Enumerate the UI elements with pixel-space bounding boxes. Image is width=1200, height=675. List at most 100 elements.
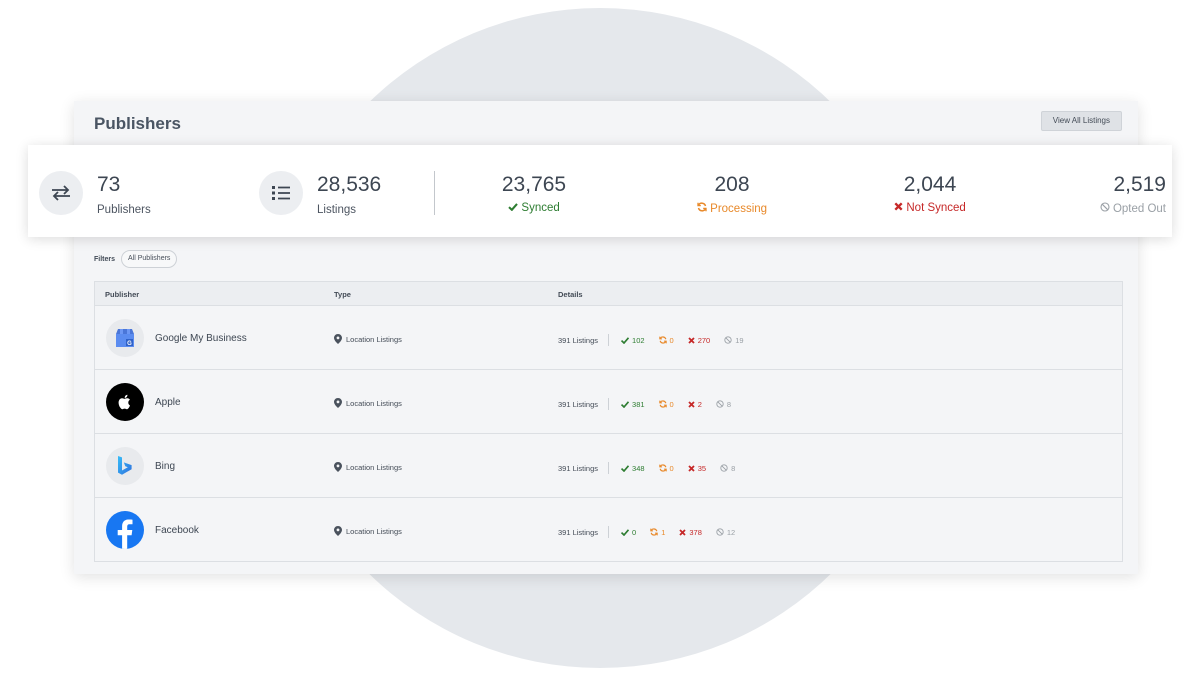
svg-text:G: G	[127, 341, 132, 347]
x-icon	[894, 202, 903, 211]
apple-logo-icon	[106, 383, 144, 421]
publishers-table: Publisher Type Details G Google My Busin…	[94, 281, 1123, 562]
synced-count: 348	[632, 463, 645, 473]
ban-icon	[716, 400, 724, 408]
opted-out-total: 2,519	[1113, 173, 1166, 196]
listings-count: 391 Listings	[558, 335, 599, 345]
not-synced-count: 35	[697, 463, 707, 473]
filters-bar: Filters All Publishers	[94, 250, 178, 268]
filter-chip-all-publishers[interactable]: All Publishers	[121, 250, 178, 268]
publisher-type: Location Listings	[334, 526, 402, 536]
synced-total: 23,765	[501, 173, 567, 196]
refresh-icon	[650, 528, 658, 536]
map-pin-icon	[334, 398, 342, 408]
refresh-icon	[697, 202, 707, 212]
table-row[interactable]: Bing Location Listings 391 Listings 348 …	[95, 434, 1122, 498]
table-row[interactable]: Apple Location Listings 391 Listings 381…	[95, 370, 1122, 434]
ban-icon	[724, 336, 732, 344]
table-header: Publisher Type Details	[95, 282, 1122, 306]
x-icon	[688, 464, 695, 472]
opted-out-count: 12	[726, 527, 736, 537]
details-divider	[608, 398, 610, 410]
table-row[interactable]: Facebook Location Listings 391 Listings …	[95, 498, 1122, 562]
publisher-type-label: Location Listings	[346, 526, 402, 536]
check-icon	[508, 203, 518, 212]
stats-divider	[434, 171, 435, 215]
not-synced-count: 2	[697, 399, 702, 409]
table-row[interactable]: G Google My Business Location Listings 3…	[95, 306, 1122, 370]
refresh-icon	[658, 400, 667, 408]
bing-logo-icon	[106, 447, 144, 485]
column-header-type[interactable]: Type	[334, 290, 351, 299]
x-icon	[679, 528, 687, 536]
details-divider	[608, 462, 610, 474]
synced-label: Synced	[521, 202, 560, 214]
details-divider	[608, 334, 610, 346]
publishers-count: 73	[97, 173, 121, 196]
ban-icon	[720, 464, 728, 472]
x-icon	[688, 400, 695, 408]
opted-out-label: Opted Out	[1112, 203, 1166, 215]
column-header-details[interactable]: Details	[558, 290, 583, 299]
opted-out-count: 19	[735, 335, 744, 345]
publisher-name: Google My Business	[155, 333, 247, 344]
publisher-type-label: Location Listings	[346, 334, 402, 344]
google-my-business-logo-icon: G	[106, 319, 144, 357]
not-synced-count: 378	[689, 527, 702, 537]
publisher-type-label: Location Listings	[346, 398, 402, 408]
publisher-type: Location Listings	[334, 398, 402, 408]
map-pin-icon	[334, 526, 342, 536]
refresh-icon	[658, 464, 667, 472]
publisher-name: Apple	[155, 397, 181, 408]
processing-stat: 208 Processing	[652, 173, 812, 215]
publisher-type-label: Location Listings	[346, 462, 402, 472]
opted-out-count: 8	[726, 399, 732, 409]
list-icon	[259, 171, 303, 215]
publisher-details: 391 Listings 348 0 35 8	[558, 462, 749, 474]
not-synced-stat: 2,044 Not Synced	[850, 173, 1010, 214]
map-pin-icon	[334, 334, 342, 344]
check-icon	[621, 464, 630, 472]
stats-summary-bar: 73 Publishers 28,536 Listings 23,765 Syn…	[28, 145, 1172, 237]
synced-count: 381	[632, 399, 645, 409]
not-synced-label: Not Synced	[906, 202, 966, 214]
synced-count: 102	[632, 335, 645, 345]
processing-count: 0	[669, 463, 674, 473]
column-header-publisher[interactable]: Publisher	[105, 290, 139, 299]
ban-icon	[716, 528, 724, 536]
facebook-logo-icon	[106, 511, 144, 549]
details-divider	[608, 526, 610, 538]
listings-count: 391 Listings	[558, 527, 599, 537]
view-all-listings-button[interactable]: View All Listings	[1040, 111, 1122, 131]
synced-stat: 23,765 Synced	[454, 173, 614, 214]
publisher-details: 391 Listings 381 0 2 8	[558, 398, 745, 410]
processing-label: Processing	[710, 203, 768, 215]
check-icon	[621, 336, 630, 344]
synced-count: 0	[632, 527, 637, 537]
opted-out-stat: 2,519 Opted Out	[1062, 173, 1166, 215]
not-synced-count: 270	[697, 335, 711, 345]
check-icon	[621, 528, 630, 536]
map-pin-icon	[334, 462, 342, 472]
filters-label: Filters	[94, 255, 116, 263]
publisher-type: Location Listings	[334, 462, 402, 472]
publishers-label: Publishers	[97, 204, 151, 216]
processing-count: 1	[661, 527, 666, 537]
publisher-name: Facebook	[155, 525, 199, 536]
processing-count: 0	[669, 399, 674, 409]
not-synced-total: 2,044	[903, 173, 957, 196]
page-title: Publishers	[94, 114, 181, 133]
processing-count: 0	[669, 335, 674, 345]
sync-arrows-icon	[39, 171, 83, 215]
listings-label: Listings	[317, 204, 356, 216]
publisher-details: 391 Listings 0 1 378 12	[558, 526, 749, 538]
ban-icon	[1100, 202, 1110, 212]
publisher-details: 391 Listings 102 0 270 19	[558, 334, 758, 346]
publisher-name: Bing	[155, 461, 176, 472]
listings-count: 391 Listings	[558, 399, 599, 409]
publisher-type: Location Listings	[334, 334, 402, 344]
opted-out-count: 8	[731, 463, 736, 473]
check-icon	[621, 400, 630, 408]
x-icon	[688, 336, 695, 344]
listings-count-total: 28,536	[317, 173, 382, 196]
